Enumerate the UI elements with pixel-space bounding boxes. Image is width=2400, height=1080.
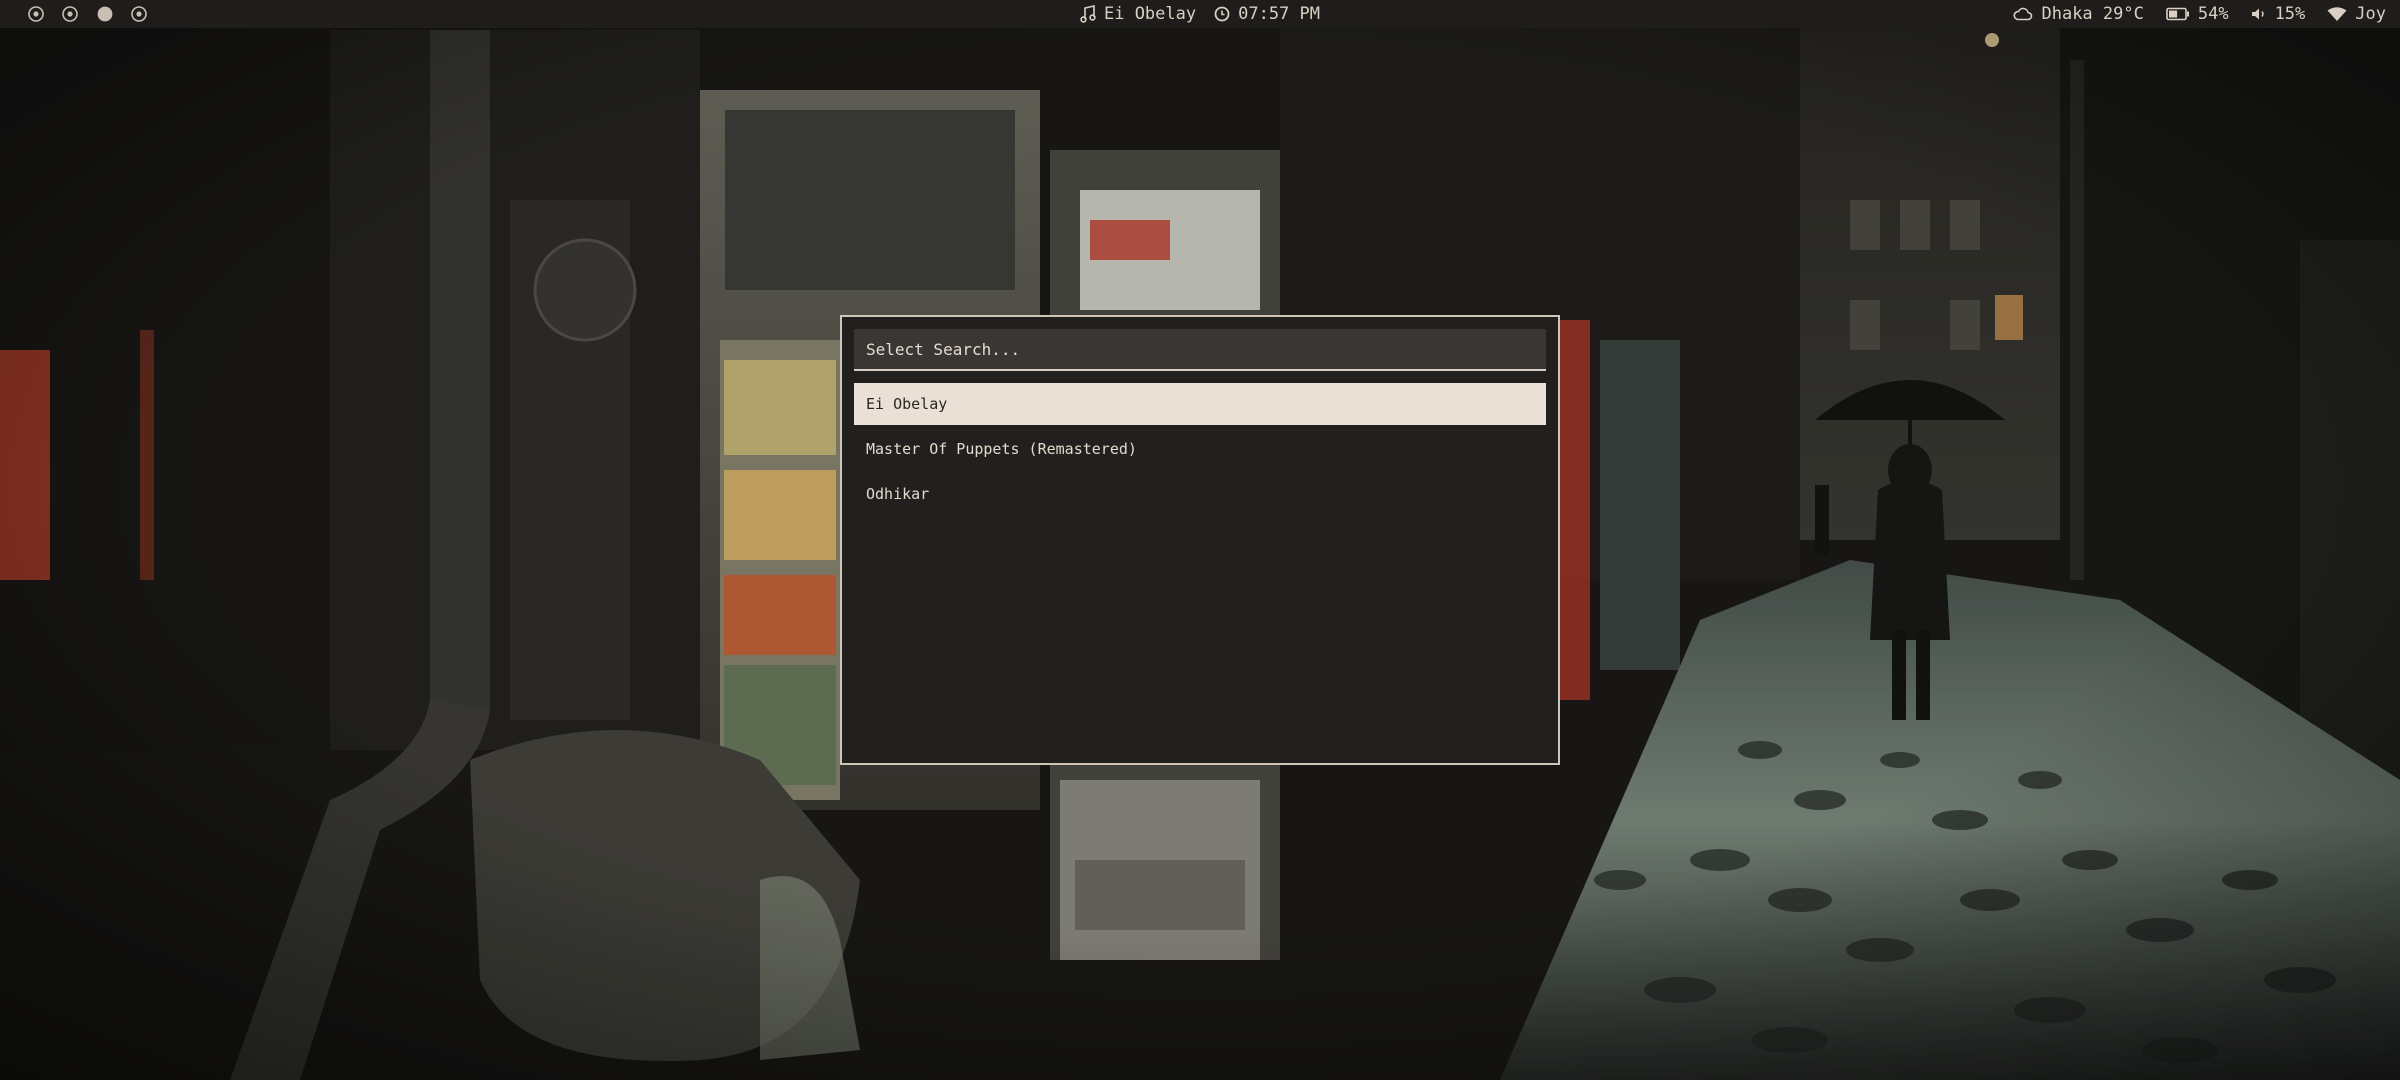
search-box[interactable] (854, 329, 1546, 371)
clock-time: 07:57 PM (1238, 4, 1320, 24)
now-playing-title: Ei Obelay (1103, 4, 1197, 24)
battery[interactable]: 54% (2166, 4, 2229, 24)
wifi-icon (2327, 6, 2347, 22)
desktop: Ei Obelay 07:57 PM Dhaka 29°C 54% 15% Jo… (0, 0, 2400, 1080)
results-list: Ei Obelay Master Of Puppets (Remastered) O… (854, 383, 1546, 515)
cloud-icon (2013, 7, 2033, 21)
weather[interactable]: Dhaka 29°C (2013, 4, 2144, 24)
clock-icon (1214, 6, 1230, 22)
right-status: Dhaka 29°C 54% 15% Joy (2013, 0, 2386, 28)
result-item[interactable]: Master Of Puppets (Remastered) (854, 428, 1546, 470)
music-launcher: Ei ObelayMaster Of Puppets (Remastered)O… (840, 315, 1560, 765)
volume[interactable]: 15% (2251, 4, 2306, 24)
battery-icon (2166, 7, 2190, 21)
battery-percent: 54% (2197, 4, 2229, 24)
network[interactable]: Joy (2327, 4, 2386, 24)
network-name: Joy (2355, 4, 2386, 24)
result-item[interactable]: Odhikar (854, 473, 1546, 515)
weather-text: Dhaka 29°C (2041, 4, 2144, 24)
search-input[interactable] (866, 339, 1534, 359)
top-status-bar: Ei Obelay 07:57 PM Dhaka 29°C 54% 15% Jo… (0, 0, 2400, 28)
volume-percent: 15% (2274, 4, 2306, 24)
clock[interactable]: 07:57 PM (1214, 4, 1320, 24)
now-playing[interactable]: Ei Obelay (1080, 4, 1196, 24)
result-item-selected[interactable]: Ei Obelay (854, 383, 1546, 425)
speaker-icon (2251, 7, 2267, 21)
music-note-icon (1080, 5, 1096, 23)
